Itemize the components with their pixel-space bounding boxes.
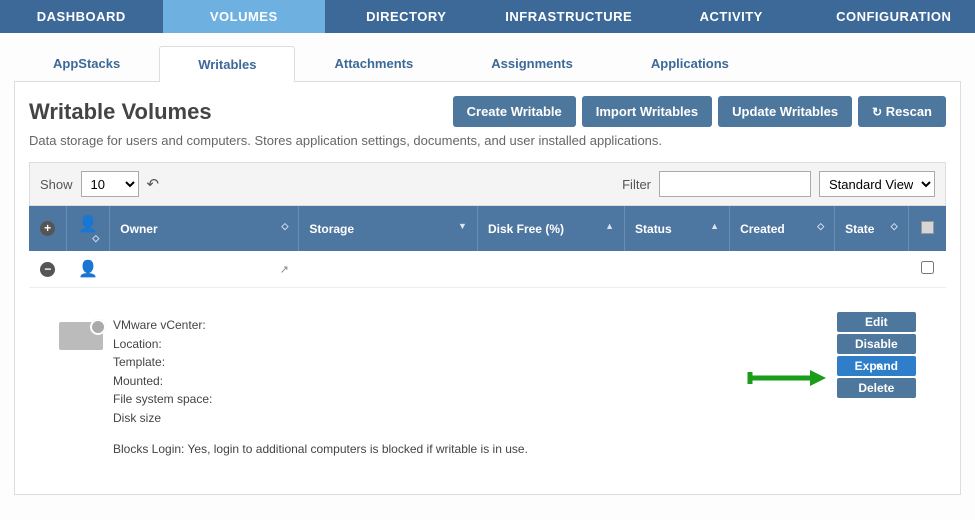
expand-button[interactable]: Expand↖ (837, 356, 916, 376)
delete-button[interactable]: Delete (837, 378, 916, 398)
main-nav: DASHBOARD VOLUMES DIRECTORY INFRASTRUCTU… (0, 0, 975, 33)
detail-vcenter: VMware vCenter: (113, 316, 528, 335)
col-check[interactable] (908, 206, 946, 251)
col-status[interactable]: Status▲ (625, 206, 730, 251)
nav-dashboard[interactable]: DASHBOARD (0, 0, 163, 33)
cell-storage (299, 251, 478, 288)
tab-writables[interactable]: Writables (159, 46, 295, 82)
expand-all-icon: + (40, 221, 55, 236)
external-link-icon[interactable]: ↗ (280, 263, 289, 276)
row-checkbox[interactable] (921, 261, 934, 274)
show-select[interactable]: 10 (81, 171, 139, 197)
col-owner[interactable]: Owner◇ (110, 206, 299, 251)
volumes-table: + 👤◇ Owner◇ Storage▼ Disk Free (%)▲ Stat… (29, 206, 946, 480)
update-writables-button[interactable]: Update Writables (718, 96, 852, 127)
sub-nav: AppStacks Writables Attachments Assignme… (14, 45, 961, 82)
nav-directory[interactable]: DIRECTORY (325, 0, 488, 33)
user-icon: 👤 (78, 261, 98, 278)
col-diskfree[interactable]: Disk Free (%)▲ (477, 206, 624, 251)
view-select[interactable]: Standard View (819, 171, 935, 197)
cell-owner: ↗ (110, 251, 299, 288)
tab-assignments[interactable]: Assignments (452, 45, 612, 81)
rescan-button[interactable]: ↻ Rescan (858, 96, 946, 127)
filter-label: Filter (622, 177, 651, 192)
detail-disksize: Disk size (113, 409, 528, 428)
table-row[interactable]: − 👤 ↗ (29, 251, 946, 288)
col-storage[interactable]: Storage▼ (299, 206, 478, 251)
nav-infrastructure[interactable]: INFRASTRUCTURE (488, 0, 651, 33)
tab-applications[interactable]: Applications (612, 45, 768, 81)
select-all-checkbox[interactable] (921, 221, 934, 234)
collapse-icon[interactable]: − (40, 262, 55, 277)
cell-status (625, 251, 730, 288)
col-user[interactable]: 👤◇ (67, 206, 110, 251)
detail-mounted: Mounted: (113, 372, 528, 391)
cell-diskfree (477, 251, 624, 288)
cell-created (730, 251, 835, 288)
detail-template: Template: (113, 353, 528, 372)
import-writables-button[interactable]: Import Writables (582, 96, 712, 127)
col-expand[interactable]: + (29, 206, 67, 251)
nav-activity[interactable]: ACTIVITY (650, 0, 813, 33)
filter-input[interactable] (659, 171, 811, 197)
show-label: Show (40, 177, 73, 192)
page-title: Writable Volumes (29, 99, 212, 125)
edit-button[interactable]: Edit (837, 312, 916, 332)
disable-button[interactable]: Disable (837, 334, 916, 354)
page-description: Data storage for users and computers. St… (29, 133, 946, 148)
detail-fss: File system space: (113, 390, 528, 409)
nav-volumes[interactable]: VOLUMES (163, 0, 326, 33)
user-header-icon: 👤 (78, 216, 98, 233)
col-state[interactable]: State◇ (835, 206, 909, 251)
undo-icon[interactable]: ↶ (147, 175, 160, 193)
col-created[interactable]: Created◇ (730, 206, 835, 251)
tab-attachments[interactable]: Attachments (295, 45, 452, 81)
create-writable-button[interactable]: Create Writable (453, 96, 576, 127)
row-details: VMware vCenter: Location: Template: Moun… (29, 288, 946, 481)
detail-blocks-login: Blocks Login: Yes, login to additional c… (113, 440, 528, 459)
tab-appstacks[interactable]: AppStacks (14, 45, 159, 81)
cell-state (835, 251, 909, 288)
volume-icon (59, 322, 103, 350)
detail-location: Location: (113, 335, 528, 354)
nav-configuration[interactable]: CONFIGURATION (813, 0, 975, 33)
